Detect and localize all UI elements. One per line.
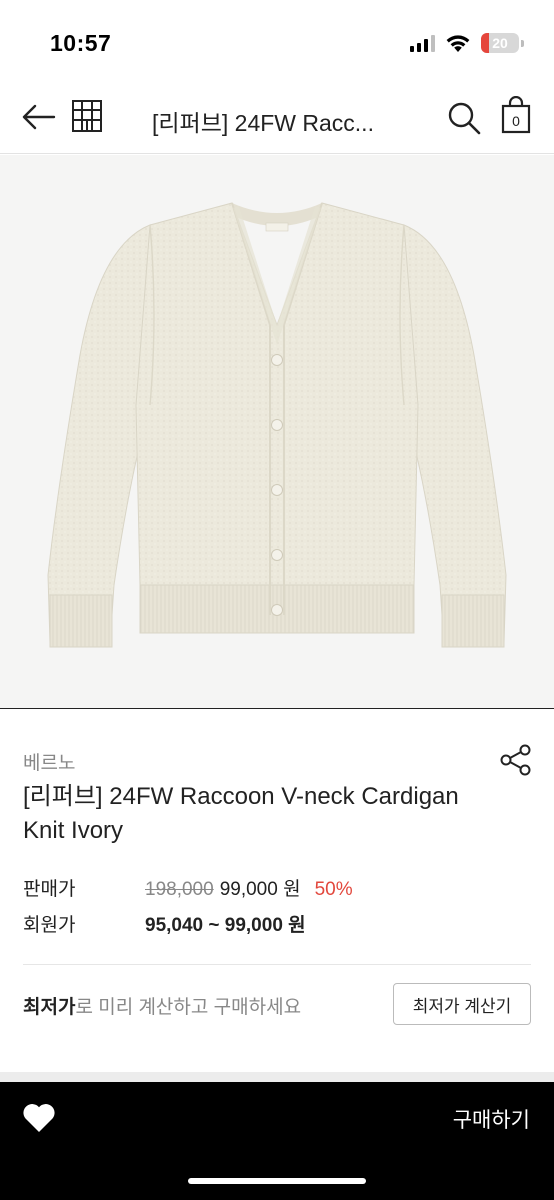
discount-rate: 50% — [314, 879, 353, 900]
divider — [23, 964, 531, 965]
member-price-row: 회원가 95,040 ~ 99,000 원 — [23, 910, 306, 937]
brand-name[interactable]: 베르노 — [23, 748, 75, 775]
product-title: [리퍼브] 24FW Raccoon V-neck Cardigan Knit … — [23, 783, 459, 844]
status-time: 10:57 — [50, 30, 112, 56]
section-separator — [0, 1072, 554, 1082]
lowest-price-calculator-button[interactable]: 최저가 계산기 — [393, 983, 531, 1025]
search-icon[interactable] — [446, 100, 482, 136]
page-title: [리퍼브] 24FW Racc... — [152, 110, 374, 136]
lowest-price-hint-rest: 로 미리 계산하고 구매하세요 — [75, 997, 302, 1018]
original-price: 198,000 — [145, 879, 214, 900]
shopping-bag-icon[interactable]: 0 — [498, 96, 534, 134]
buy-button[interactable]: 구매하기 — [453, 1104, 530, 1134]
home-indicator — [188, 1178, 366, 1184]
status-icons: 20 — [410, 33, 524, 53]
bottom-action-bar: 구매하기 — [0, 1082, 554, 1200]
home-shop-icon[interactable] — [70, 98, 104, 134]
top-nav-bar: [리퍼브] 24FW Racc... 0 — [0, 80, 554, 154]
cellular-signal-icon — [410, 34, 435, 52]
share-icon[interactable] — [498, 742, 534, 778]
lowest-price-hint: 최저가로 미리 계산하고 구매하세요 — [23, 992, 301, 1019]
member-price-label: 회원가 — [23, 915, 76, 936]
member-price: 95,040 ~ 99,000 원 — [145, 915, 306, 936]
battery-tip — [521, 39, 524, 47]
product-image[interactable] — [0, 155, 554, 709]
wifi-icon — [446, 34, 470, 52]
lowest-price-hint-bold: 최저가 — [23, 997, 76, 1018]
sale-price-label: 판매가 — [23, 879, 76, 900]
cart-count: 0 — [512, 113, 520, 129]
heart-icon[interactable] — [22, 1102, 56, 1134]
cardigan-illustration — [47, 202, 507, 648]
sale-price-row: 판매가 198,000 99,000 원 50% — [23, 874, 353, 901]
status-bar: 10:57 20 — [0, 0, 554, 80]
sale-price: 99,000 원 — [219, 879, 301, 900]
battery-icon: 20 — [481, 33, 519, 53]
back-arrow-icon[interactable] — [20, 98, 58, 136]
battery-level: 20 — [492, 35, 508, 51]
